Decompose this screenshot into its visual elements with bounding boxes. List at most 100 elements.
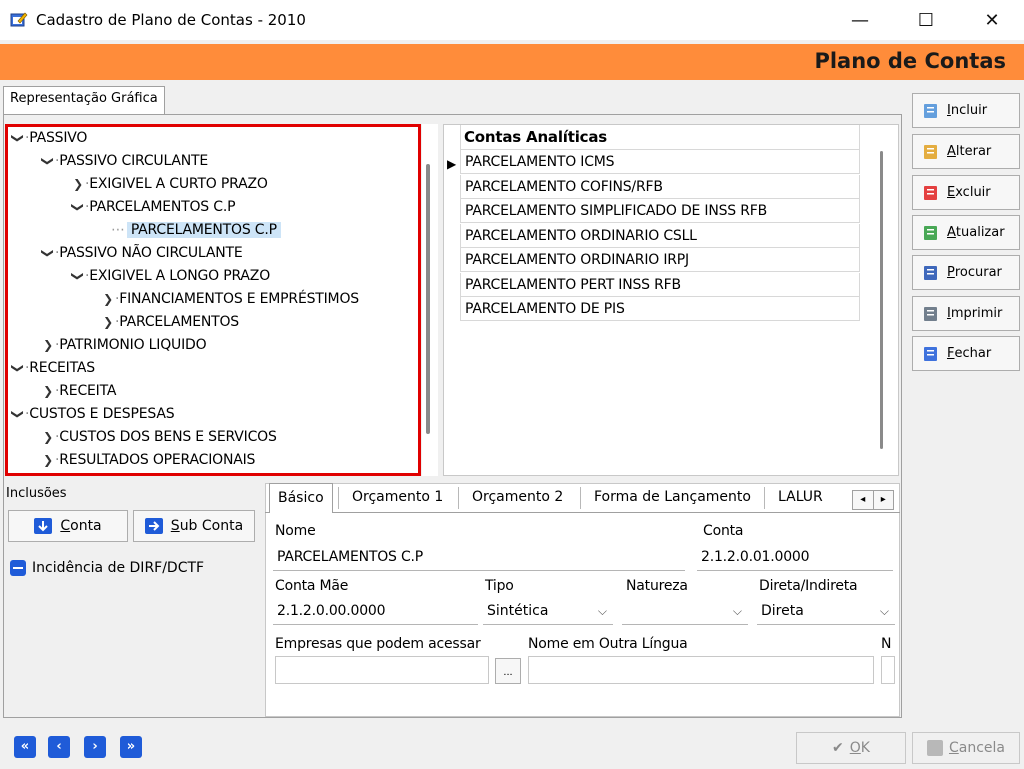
empresas-field[interactable]	[275, 656, 489, 684]
side-button-mprimir[interactable]: Imprimir	[912, 296, 1020, 331]
prev-record-icon[interactable]: ‹	[48, 736, 70, 758]
detail-tab[interactable]: LALUR	[770, 483, 831, 513]
tree-scrollbar[interactable]	[422, 124, 438, 476]
tab-scroller[interactable]: ◂ ▸	[852, 490, 894, 510]
side-button-rocurar[interactable]: Procurar	[912, 255, 1020, 290]
tree-node[interactable]: ❯ ·EXIGIVEL A CURTO PRAZO	[71, 173, 268, 195]
add-subaccount-hotkey: S	[170, 518, 180, 534]
first-record-icon[interactable]: «	[14, 736, 36, 758]
side-button-tualizar[interactable]: Atualizar	[912, 215, 1020, 250]
grid-row[interactable]: PARCELAMENTO ORDINARIO IRPJ	[460, 248, 860, 272]
dirf-dctf-checkbox[interactable]: Incidência de DIRF/DCTF	[10, 560, 204, 576]
grid-row[interactable]: PARCELAMENTO ICMS	[460, 150, 860, 174]
n-field[interactable]	[881, 656, 895, 684]
detail-tab[interactable]: Forma de Lançamento	[586, 483, 759, 513]
outra-lingua-label: Nome em Outra Língua	[528, 636, 688, 652]
chevron-down-icon[interactable]: ❯	[37, 246, 59, 260]
ok-hotkey: O	[849, 740, 861, 756]
close-button[interactable]: ✕	[958, 0, 1024, 40]
tipo-select[interactable]: Sintética ⌵	[483, 597, 613, 625]
direta-select[interactable]: Direta ⌵	[757, 597, 895, 625]
tree-node-label: PARCELAMENTOS C.P	[89, 199, 236, 215]
tree-node[interactable]: ❯·PASSIVO CIRCULANTE	[41, 150, 208, 172]
conta-mae-label: Conta Mãe	[275, 578, 349, 594]
add-subaccount-button[interactable]: Sub Conta	[133, 510, 255, 542]
side-button-ncluir[interactable]: Incluir	[912, 93, 1020, 128]
chevron-down-icon: ⌵	[879, 604, 889, 618]
tree-node[interactable]: ❯·PASSIVO	[11, 127, 87, 149]
hotkey-letter: A	[947, 144, 956, 159]
chevron-down-icon[interactable]: ❯	[67, 200, 89, 214]
arrow-right-icon	[144, 518, 163, 534]
tree-node[interactable]: ❯ ·RECEITA	[41, 380, 116, 402]
tab-scroll-left-icon[interactable]: ◂	[853, 491, 873, 509]
last-record-icon[interactable]: »	[120, 736, 142, 758]
chevron-right-icon[interactable]: ❯	[41, 426, 55, 448]
account-tree[interactable]: ❯·PASSIVO ❯·PASSIVO CIRCULANTE ❯ ·EXIGIVEL …	[5, 124, 421, 476]
tree-scroll-thumb[interactable]	[426, 164, 430, 434]
button-label: xcluir	[955, 185, 991, 200]
grid-row[interactable]: PARCELAMENTO PERT INSS RFB	[460, 272, 860, 297]
tree-node[interactable]: ❯·RECEITAS	[11, 357, 95, 379]
tree-node[interactable]: ❯·CUSTOS E DESPESAS	[11, 403, 175, 425]
conta-mae-field[interactable]: 2.1.2.0.00.0000	[273, 597, 478, 625]
tab-representacao-grafica[interactable]: Representação Gráfica	[3, 86, 165, 114]
natureza-select[interactable]: ⌵	[622, 597, 748, 625]
chevron-down-icon[interactable]: ❯	[8, 407, 29, 421]
chevron-down-icon: ⌵	[597, 604, 607, 618]
tree-node-label: EXIGIVEL A CURTO PRAZO	[89, 176, 268, 192]
tree-node[interactable]: ❯ ·PATRIMONIO LIQUIDO	[41, 334, 207, 356]
tree-node[interactable]: ❯·EXIGIVEL A LONGO PRAZO	[71, 265, 270, 287]
refresh-icon	[921, 224, 941, 242]
chevron-right-icon[interactable]: ❯	[101, 288, 115, 310]
detail-tab[interactable]: Orçamento 1	[344, 483, 451, 513]
window-title: Cadastro de Plano de Contas - 2010	[36, 11, 306, 29]
chevron-down-icon[interactable]: ❯	[67, 269, 89, 283]
chevron-down-icon[interactable]: ❯	[8, 361, 29, 375]
detail-tab[interactable]: Básico	[269, 483, 333, 513]
chevron-right-icon[interactable]: ❯	[41, 449, 55, 471]
checkbox-indeterminate-icon[interactable]	[10, 560, 26, 576]
nome-field[interactable]: PARCELAMENTOS C.P	[273, 543, 685, 571]
side-button-xcluir[interactable]: Excluir	[912, 175, 1020, 210]
detail-tab[interactable]: Orçamento 2	[464, 483, 571, 513]
tree-node[interactable]: ❯·PASSIVO NÃO CIRCULANTE	[41, 242, 243, 264]
tree-node[interactable]: ❯ ·RESULTADOS OPERACIONAIS	[41, 449, 255, 471]
side-button-lterar[interactable]: Alterar	[912, 134, 1020, 169]
chevron-right-icon[interactable]: ❯	[71, 173, 85, 195]
chevron-down-icon: ⌵	[732, 604, 742, 618]
tab-scroll-right-icon[interactable]: ▸	[872, 491, 894, 509]
maximize-button[interactable]: ☐	[892, 0, 960, 40]
button-label: echar	[954, 346, 992, 361]
checkmark-icon: ✔	[832, 740, 844, 756]
add-account-button[interactable]: Conta	[8, 510, 128, 542]
conta-field[interactable]: 2.1.2.0.01.0000	[697, 543, 893, 571]
grid-row[interactable]: PARCELAMENTO ORDINARIO CSLL	[460, 223, 860, 248]
chevron-down-icon[interactable]: ❯	[37, 154, 59, 168]
outra-lingua-field[interactable]	[528, 656, 874, 684]
chevron-down-icon[interactable]: ❯	[8, 131, 29, 145]
grid-scroll-thumb[interactable]	[880, 151, 883, 449]
tree-node[interactable]: ❯ ·PARCELAMENTOS	[101, 311, 239, 333]
next-record-icon[interactable]: ›	[84, 736, 106, 758]
chevron-right-icon[interactable]: ❯	[41, 380, 55, 402]
grid-row[interactable]: PARCELAMENTO DE PIS	[460, 297, 860, 321]
direta-label: Direta/Indireta	[759, 578, 858, 594]
chevron-right-icon[interactable]: ❯	[101, 311, 115, 333]
binoculars-icon	[921, 264, 941, 282]
button-label: rocurar	[954, 265, 1002, 280]
grid-row[interactable]: PARCELAMENTO SIMPLIFICADO DE INSS RFB	[460, 199, 860, 223]
tree-node[interactable]: ❯ ·FINANCIAMENTOS E EMPRÉSTIMOS	[101, 288, 359, 310]
grid-row[interactable]: PARCELAMENTO COFINS/RFB	[460, 174, 860, 199]
ellipsis-button[interactable]: ...	[495, 658, 521, 684]
minimize-button[interactable]: —	[826, 0, 894, 40]
ok-button[interactable]: ✔ O K	[796, 732, 906, 764]
cancel-button[interactable]: Cancela	[912, 732, 1020, 764]
tree-node[interactable]: ❯·PARCELAMENTOS C.P	[71, 196, 236, 218]
chevron-right-icon[interactable]: ❯	[41, 334, 55, 356]
tree-node[interactable]: ❯ ·CUSTOS DOS BENS E SERVICOS	[41, 426, 277, 448]
tree-node-label: PARCELAMENTOS	[119, 314, 239, 330]
edit-icon	[921, 143, 941, 161]
side-button-echar[interactable]: Fechar	[912, 336, 1020, 371]
tree-node[interactable]: ⋯ PARCELAMENTOS C.P	[111, 219, 281, 241]
